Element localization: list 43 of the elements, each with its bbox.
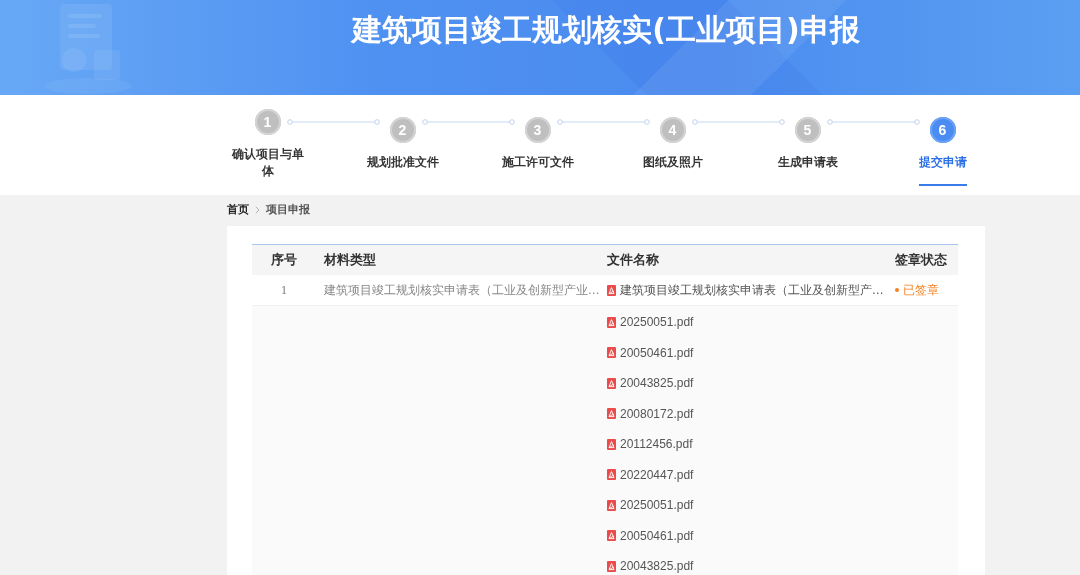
step-number: 5 — [794, 117, 821, 143]
breadcrumb-link[interactable]: 首页 — [227, 202, 249, 218]
pdf-file-icon — [607, 560, 616, 572]
step-number: 6 — [929, 117, 956, 143]
file-link[interactable]: 20080172.pdf — [607, 404, 694, 423]
pdf-file-icon — [607, 316, 616, 328]
pdf-file-icon — [607, 530, 616, 541]
file-link[interactable]: 20250051.pdf — [607, 313, 694, 331]
table-cell: 1 — [281, 282, 287, 298]
step-number: 2 — [389, 117, 416, 143]
step-label[interactable]: 生成申请表 — [777, 154, 838, 186]
column-header: 材料类型 — [323, 251, 377, 269]
column-header: 签章状态 — [894, 251, 948, 269]
file-link[interactable]: 20112456.pdf — [607, 435, 693, 453]
step-number: 3 — [524, 117, 551, 143]
step-number: 1 — [254, 108, 281, 135]
chevron-right-icon — [255, 206, 260, 214]
pdf-file-icon — [607, 408, 616, 419]
pdf-file-icon — [607, 499, 616, 511]
file-link[interactable]: 20050461.pdf — [607, 343, 694, 362]
file-link[interactable]: 20050461.pdf — [607, 526, 694, 545]
file-link[interactable]: 20250051.pdf — [607, 496, 694, 514]
step-label[interactable]: 施工许可文件 — [501, 154, 574, 186]
step-label[interactable]: 确认项目与单体 — [227, 145, 308, 195]
table-cell: 建筑项目竣工规划核实申请表（工业及创新型产业… — [324, 282, 600, 298]
step-number: 4 — [659, 117, 686, 143]
pdf-file-icon — [607, 469, 616, 480]
file-link[interactable]: 20220447.pdf — [607, 465, 694, 484]
breadcrumb-link[interactable]: 项目申报 — [266, 202, 310, 218]
pdf-file-icon — [607, 284, 616, 296]
column-header: 文件名称 — [606, 251, 660, 269]
page-title: 建筑项目竣工规划核实(工业项目)申报 — [349, 11, 861, 48]
pdf-file-icon — [607, 347, 616, 358]
step-label[interactable]: 图纸及照片 — [642, 154, 703, 186]
file-link[interactable]: 20043825.pdf — [607, 557, 694, 575]
file-link[interactable]: 建筑项目竣工规划核实申请表（工业及创新型产… — [607, 281, 884, 299]
status-label: 已签章 — [903, 281, 939, 299]
step-label[interactable]: 规划批准文件 — [366, 154, 439, 186]
pdf-file-icon — [607, 377, 616, 389]
column-header: 序号 — [270, 251, 298, 269]
file-link[interactable]: 20043825.pdf — [607, 374, 694, 392]
pdf-file-icon — [607, 438, 616, 450]
step-label[interactable]: 提交申请 — [918, 154, 967, 186]
